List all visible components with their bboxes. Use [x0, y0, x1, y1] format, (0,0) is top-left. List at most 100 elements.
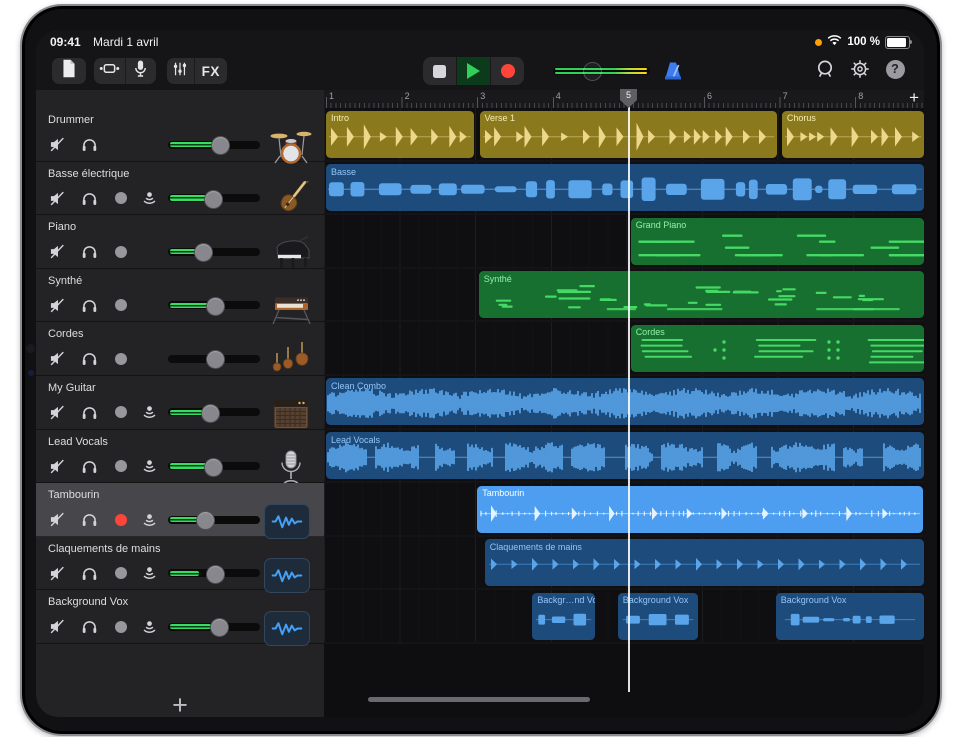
track-lane[interactable]: Tambourin	[324, 483, 924, 537]
track-lane[interactable]: Clean Combo	[324, 376, 924, 430]
mute-button[interactable]	[48, 243, 66, 260]
instrument-icon[interactable]	[264, 611, 310, 646]
region-clean-combo[interactable]: Clean Combo	[326, 378, 924, 425]
my-songs-button[interactable]	[52, 58, 86, 84]
mute-button[interactable]	[48, 136, 66, 153]
volume-slider[interactable]	[168, 355, 260, 363]
headphones-button[interactable]	[80, 350, 98, 367]
add-track-button[interactable]: +	[36, 690, 324, 717]
track-header[interactable]: My Guitar	[36, 376, 324, 430]
track-header[interactable]: Drummer	[36, 108, 324, 162]
volume-slider[interactable]	[168, 408, 260, 416]
volume-slider[interactable]	[168, 462, 260, 470]
record-enable-button[interactable]	[112, 618, 130, 635]
input-monitor-button[interactable]	[140, 618, 158, 635]
mute-button[interactable]	[48, 565, 66, 582]
track-header[interactable]: Basse électrique	[36, 162, 324, 216]
region-synth-[interactable]: Synthé	[479, 271, 924, 318]
volume-slider[interactable]	[168, 516, 260, 524]
volume-slider-knob[interactable]	[211, 136, 230, 155]
track-lane[interactable]: IntroVerse 1Chorus	[324, 108, 924, 162]
volume-slider[interactable]	[168, 141, 260, 149]
record-enable-button[interactable]	[112, 404, 130, 421]
input-monitor-button[interactable]	[140, 565, 158, 582]
record-enable-button[interactable]	[112, 190, 130, 207]
volume-slider[interactable]	[168, 569, 260, 577]
instrument-icon[interactable]	[266, 234, 316, 272]
instrument-icon[interactable]	[264, 558, 310, 593]
instrument-icon[interactable]	[266, 127, 316, 165]
headphones-button[interactable]	[80, 565, 98, 582]
volume-slider-knob[interactable]	[206, 297, 225, 316]
mute-button[interactable]	[48, 404, 66, 421]
track-header[interactable]: Tambourin	[36, 483, 324, 537]
track-lane[interactable]: Claquements de mains	[324, 537, 924, 591]
mixer-button[interactable]	[167, 58, 194, 84]
level-meter-knob[interactable]	[583, 62, 602, 81]
track-header[interactable]: Synthé	[36, 269, 324, 323]
instrument-view-button[interactable]	[125, 58, 157, 84]
track-header[interactable]: Claquements de mains	[36, 537, 324, 591]
record-enable-button[interactable]	[112, 243, 130, 260]
headphones-button[interactable]	[80, 297, 98, 314]
volume-slider-knob[interactable]	[194, 243, 213, 262]
settings-gear-button[interactable]	[849, 58, 871, 80]
volume-slider-knob[interactable]	[206, 565, 225, 584]
headphones-button[interactable]	[80, 243, 98, 260]
region-background-vox[interactable]: Background Vox	[776, 593, 924, 640]
metronome-button[interactable]	[662, 60, 684, 87]
record-enable-button[interactable]	[112, 511, 130, 528]
record-enable-button[interactable]	[112, 350, 130, 367]
record-button[interactable]	[490, 57, 524, 85]
track-lane[interactable]: Lead Vocals	[324, 430, 924, 484]
volume-slider-knob[interactable]	[204, 458, 223, 477]
track-lane[interactable]: Basse	[324, 162, 924, 216]
region-lead-vocals[interactable]: Lead Vocals	[326, 432, 924, 479]
track-header[interactable]: Lead Vocals	[36, 430, 324, 484]
input-monitor-button[interactable]	[140, 511, 158, 528]
volume-slider[interactable]	[168, 248, 260, 256]
instrument-icon[interactable]	[266, 288, 316, 326]
headphones-button[interactable]	[80, 136, 98, 153]
mute-button[interactable]	[48, 297, 66, 314]
loop-browser-button[interactable]	[814, 58, 836, 80]
instrument-icon[interactable]	[266, 181, 316, 219]
mute-button[interactable]	[48, 458, 66, 475]
headphones-button[interactable]	[80, 618, 98, 635]
instrument-icon[interactable]	[266, 395, 316, 433]
volume-slider[interactable]	[168, 301, 260, 309]
input-monitor-button[interactable]	[140, 404, 158, 421]
region-claquements-de-mains[interactable]: Claquements de mains	[485, 539, 924, 586]
volume-slider-knob[interactable]	[210, 618, 229, 637]
headphones-button[interactable]	[80, 190, 98, 207]
volume-slider[interactable]	[168, 623, 260, 631]
instrument-icon[interactable]	[264, 504, 310, 539]
region-tambourin[interactable]: Tambourin	[477, 486, 923, 533]
fx-button[interactable]: FX	[194, 58, 227, 84]
mute-button[interactable]	[48, 618, 66, 635]
record-enable-button[interactable]	[112, 297, 130, 314]
mute-button[interactable]	[48, 511, 66, 528]
region-cordes[interactable]: Cordes	[631, 325, 924, 372]
add-section-button[interactable]: +	[909, 88, 919, 108]
timeline-lanes[interactable]: IntroVerse 1ChorusBasseGrand PianoSynthé…	[324, 108, 924, 644]
tracks-view-button[interactable]	[94, 58, 125, 84]
volume-slider[interactable]	[168, 194, 260, 202]
region-background-vox[interactable]: Background Vox	[618, 593, 698, 640]
track-lane[interactable]: Cordes	[324, 322, 924, 376]
track-lane[interactable]: Backgr…nd VoxBackground VoxBackground Vo…	[324, 590, 924, 644]
volume-slider-knob[interactable]	[204, 190, 223, 209]
track-header[interactable]: Piano	[36, 215, 324, 269]
input-monitor-button[interactable]	[140, 458, 158, 475]
volume-slider-knob[interactable]	[196, 511, 215, 530]
record-enable-button[interactable]	[112, 565, 130, 582]
headphones-button[interactable]	[80, 511, 98, 528]
master-level-meter[interactable]	[553, 67, 650, 75]
region-chorus[interactable]: Chorus	[782, 111, 924, 158]
track-header[interactable]: Cordes	[36, 322, 324, 376]
track-header[interactable]: Background Vox	[36, 590, 324, 644]
mute-button[interactable]	[48, 190, 66, 207]
track-lane[interactable]: Grand Piano	[324, 215, 924, 269]
playhead-line[interactable]	[628, 107, 630, 692]
instrument-icon[interactable]	[266, 449, 316, 487]
